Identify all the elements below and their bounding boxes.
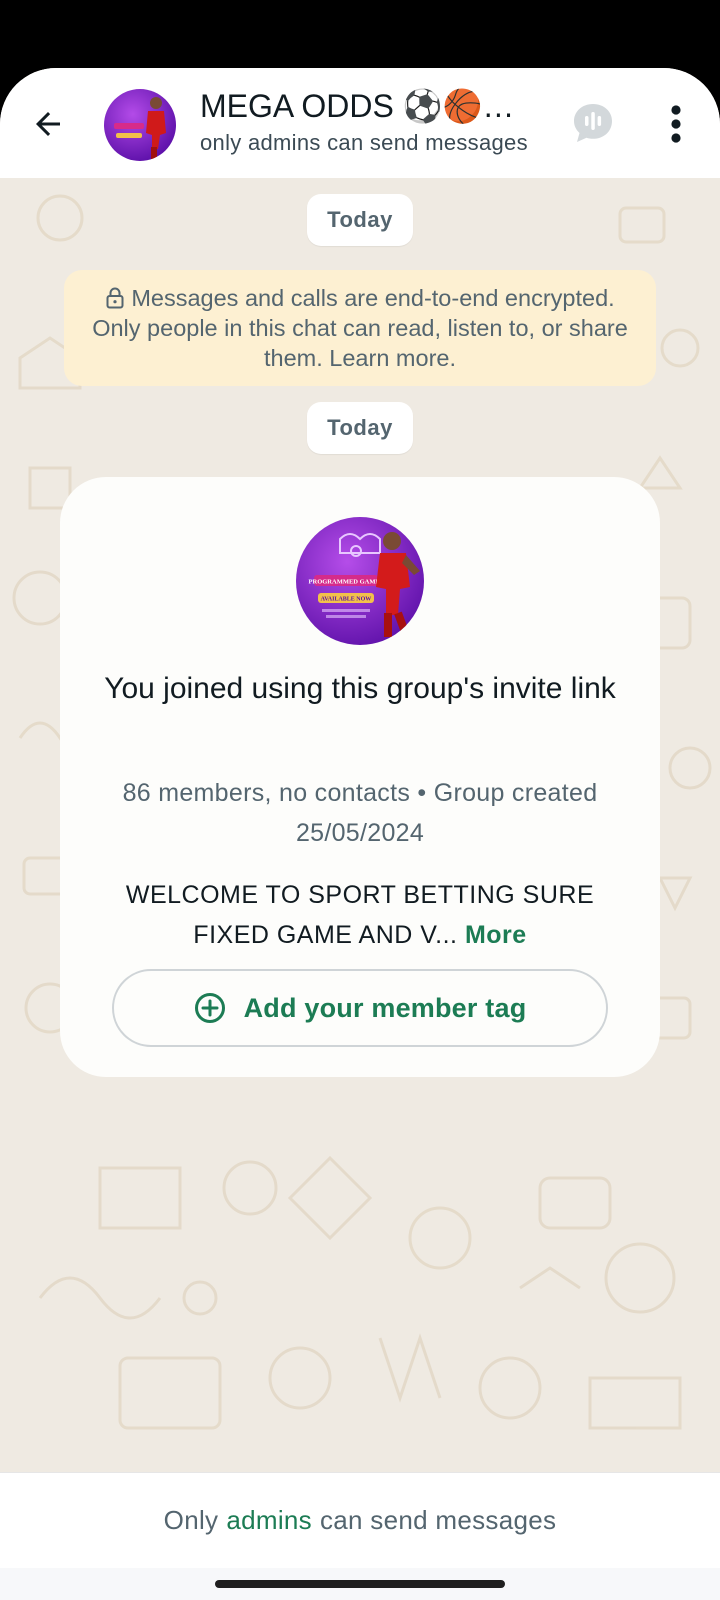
plus-circle-icon [194,993,225,1023]
add-member-tag-button[interactable]: Add your member tag [112,969,608,1047]
arrow-left-icon [36,112,60,136]
more-link[interactable]: More [465,921,527,949]
date-chip-today-2: Today [307,402,413,454]
more-vertical-icon [671,105,681,143]
more-options-button[interactable] [652,96,700,152]
group-avatar[interactable] [104,89,176,161]
admins-link[interactable]: admins [226,1505,312,1536]
encryption-notice[interactable]: Messages and calls are end-to-end encryp… [64,270,656,386]
phone-screen: MEGA ODDS ⚽🏀🏈⚾ only admins can send mess… [0,0,720,1600]
footer-suffix: can send messages [319,1505,557,1535]
voice-chat-icon [574,104,612,142]
group-name[interactable]: MEGA ODDS ⚽🏀🏈⚾ [200,86,540,126]
voice-chat-button[interactable] [568,98,618,148]
chat-app: MEGA ODDS ⚽🏀🏈⚾ only admins can send mess… [0,68,720,1600]
add-member-tag-label: Add your member tag [243,992,527,1023]
navigation-bar [0,1568,720,1600]
home-indicator[interactable] [215,1580,505,1588]
status-bar [0,0,720,68]
chat-header: MEGA ODDS ⚽🏀🏈⚾ only admins can send mess… [0,68,720,178]
encryption-notice-text: Messages and calls are end-to-end encryp… [92,285,628,371]
back-button[interactable] [22,98,74,150]
group-description: WELCOME TO SPORT BETTING SURE FIXED GAME… [100,875,620,955]
lock-icon [106,287,124,309]
group-card-avatar[interactable]: PROGRAMMED GAMES AVAILABLE NOW [296,517,424,645]
group-card-avatar-image: PROGRAMMED GAMES AVAILABLE NOW [296,517,424,645]
date-chip-today: Today [307,194,413,246]
avatar-caption-1: PROGRAMMED GAMES [309,579,384,586]
group-meta-info: 86 members, no contacts • Group created … [122,779,598,847]
group-avatar-image [104,89,176,161]
group-subtitle[interactable]: only admins can send messages [200,130,540,156]
invite-card-title: You joined using this group's invite lin… [104,672,616,705]
group-invite-card: PROGRAMMED GAMES AVAILABLE NOW You joine… [60,477,660,1077]
admins-only-footer: Only admins can send messages [0,1472,720,1568]
avatar-caption-2: AVAILABLE NOW [321,597,372,603]
footer-prefix: Only [163,1505,219,1535]
